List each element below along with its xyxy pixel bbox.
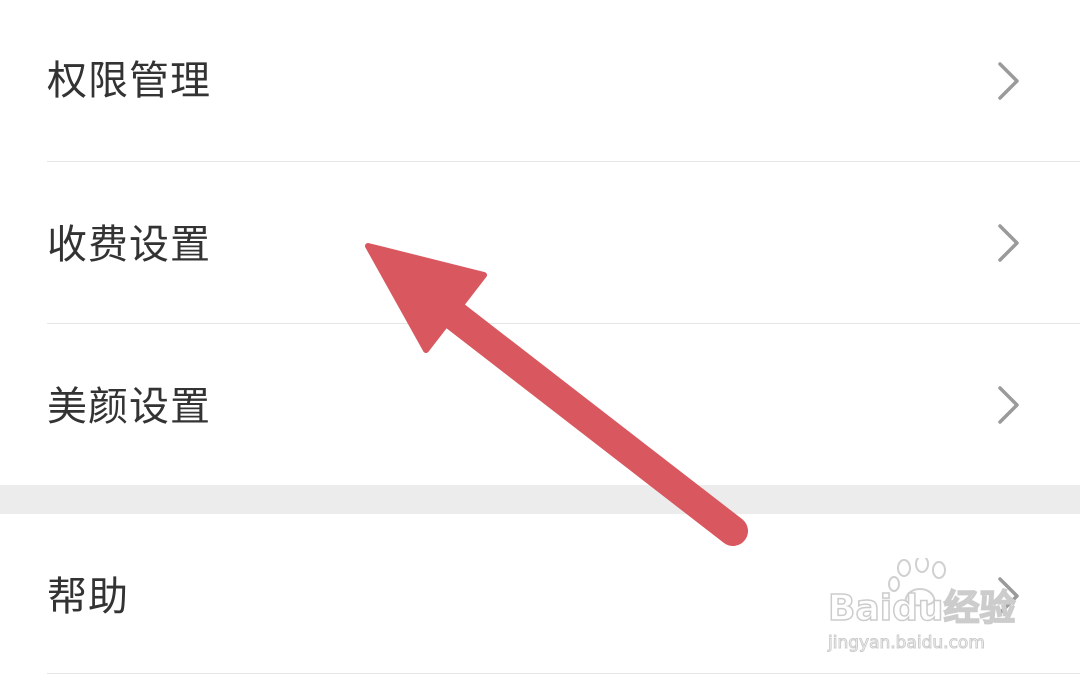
- chevron-right-icon: [996, 576, 1022, 616]
- settings-row-label: 美颜设置: [47, 384, 211, 430]
- settings-row-label: 权限管理: [47, 58, 211, 104]
- chevron-right-icon: [996, 61, 1022, 101]
- settings-row-beauty[interactable]: 美颜设置: [0, 324, 1080, 485]
- row-divider: [47, 673, 1080, 674]
- section-separator: [0, 485, 1080, 514]
- settings-row-help[interactable]: 帮助: [0, 514, 1080, 676]
- settings-row-label: 帮助: [47, 574, 129, 620]
- settings-screen: 权限管理 收费设置 美颜设置 帮助 Baidu经验 jingyan.baidu.…: [0, 0, 1080, 676]
- settings-row-label: 收费设置: [47, 222, 211, 268]
- chevron-right-icon: [996, 223, 1022, 263]
- settings-row-fee[interactable]: 收费设置: [0, 162, 1080, 323]
- settings-row-permissions[interactable]: 权限管理: [0, 0, 1080, 161]
- chevron-right-icon: [996, 385, 1022, 425]
